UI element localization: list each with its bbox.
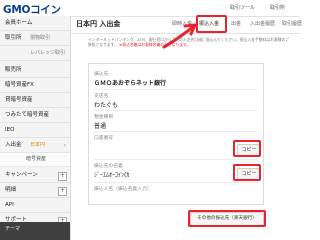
sidebar-item-crypto-deposit[interactable]: 暗号資産 [0,153,70,167]
account-type-label: 預金種目 [94,115,114,120]
divider [94,159,258,160]
sidebar-item-sales[interactable]: 販売所 [0,63,70,78]
page-title: 日本円 入出金 [76,20,121,28]
notice-text: インターネットバンキング、ATM、銀行窓口から下記の入金先口座に振込んでください… [88,37,292,47]
top-link-exchange[interactable]: 取引所 [270,4,285,11]
sidebar-item-fx[interactable]: 暗号資産FX [0,78,70,93]
sidebar-item-label: IEO [5,127,15,133]
sidebar-item-deposit[interactable]: 入出金 日本円 › [0,138,70,153]
expand-plus-icon[interactable]: + [58,172,67,181]
expand-plus-icon[interactable]: + [58,187,67,196]
sidebar-item-label: つみたて暗号資産 [5,112,50,118]
sidebar-item-lending[interactable]: 貸暗号資産 [0,93,70,108]
tab-highlight-box [196,15,227,33]
sidebar-item-exchange[interactable]: 取引所 現物取引 [0,31,70,46]
logo-gmo: GMO [3,4,31,16]
sidebar-item-label: 販売所 [5,67,22,73]
account-number-label: 口座番号 [94,136,114,141]
top-bar: GMOコイン 取引ツール 取引所 [0,0,300,17]
other-bank-highlight-box [188,210,266,227]
sidebar-item-label: キャンペーン [5,172,38,178]
account-type: 普通 [94,123,107,130]
sidebar-theme[interactable]: テーマ [0,222,70,240]
divider [94,110,258,111]
branch-name: わたぐも [94,102,119,109]
sidebar-item-label: 取引所 [5,35,22,41]
sidebar-item-label: 入出金 [5,142,22,148]
tab-withdraw[interactable]: 出金 [231,20,241,27]
gmo-coin-logo[interactable]: GMOコイン [3,2,61,17]
divider [94,182,258,183]
holder-name: ｼﾞｰｴﾑｵｰｺｲﾝ(ｶ [94,172,130,179]
sidebar-sub-jpy[interactable]: 日本円 [30,138,45,153]
sidebar-item-tsumitate[interactable]: つみたて暗号資産 [0,108,70,123]
sidebar-item-home[interactable]: 会員ホーム [0,16,70,31]
sidebar-item-label: 暗号資産FX [5,82,34,88]
sidebar-theme-label: テーマ [5,226,21,232]
sidebar: 会員ホーム 取引所 現物取引 レバレッジ取引 販売所 暗号資産FX 貸暗号資産 … [0,16,71,240]
divider [94,89,258,90]
sidebar-item-label: API [5,202,14,208]
logo-coin: コイン [30,4,61,16]
sidebar-item-statement[interactable]: 明細 + [0,183,70,198]
sidebar-sub-spot[interactable]: 現物取引 [30,31,50,46]
divider [94,131,258,132]
holder-label: 振込先の名義 [94,164,123,169]
deposit-info-card: 振込先 ＧＭＯあおぞらネット銀行 支店名 わたぐも 預金種目 普通 口座番号 コ… [88,63,264,205]
sidebar-item-label: 貸暗号資産 [5,97,33,103]
branch-label: 支店名 [94,94,109,99]
top-link-tools[interactable]: 取引ツール [230,4,255,11]
reference-label: 振込人名（振込名義入力） [94,187,152,192]
chevron-right-icon: › [63,142,66,149]
tab-history[interactable]: 入出金履歴 [250,20,275,27]
bank-label: 振込先 [94,72,109,77]
sidebar-item-label: 会員ホーム [5,20,33,26]
notice-warning: ※振込名義はお客様名義のみとなります。 [119,42,191,47]
sidebar-sub-crypto: 暗号資産 [26,156,47,162]
bank-name: ＧＭＯあおぞらネット銀行 [94,80,167,87]
sidebar-item-label: 明細 [5,187,17,193]
copy-highlight-box [233,164,261,181]
sidebar-item-campaign[interactable]: キャンペーン + [0,168,70,183]
copy-highlight-box [233,140,261,157]
sidebar-item-api[interactable]: API [0,198,70,213]
sidebar-item-leverage[interactable]: レバレッジ取引 [0,46,70,61]
sidebar-sub-leverage[interactable]: レバレッジ取引 [30,46,65,61]
tab-trade-history[interactable]: 取引履歴 [282,20,302,27]
sidebar-item-ieo[interactable]: IEO [0,123,70,138]
